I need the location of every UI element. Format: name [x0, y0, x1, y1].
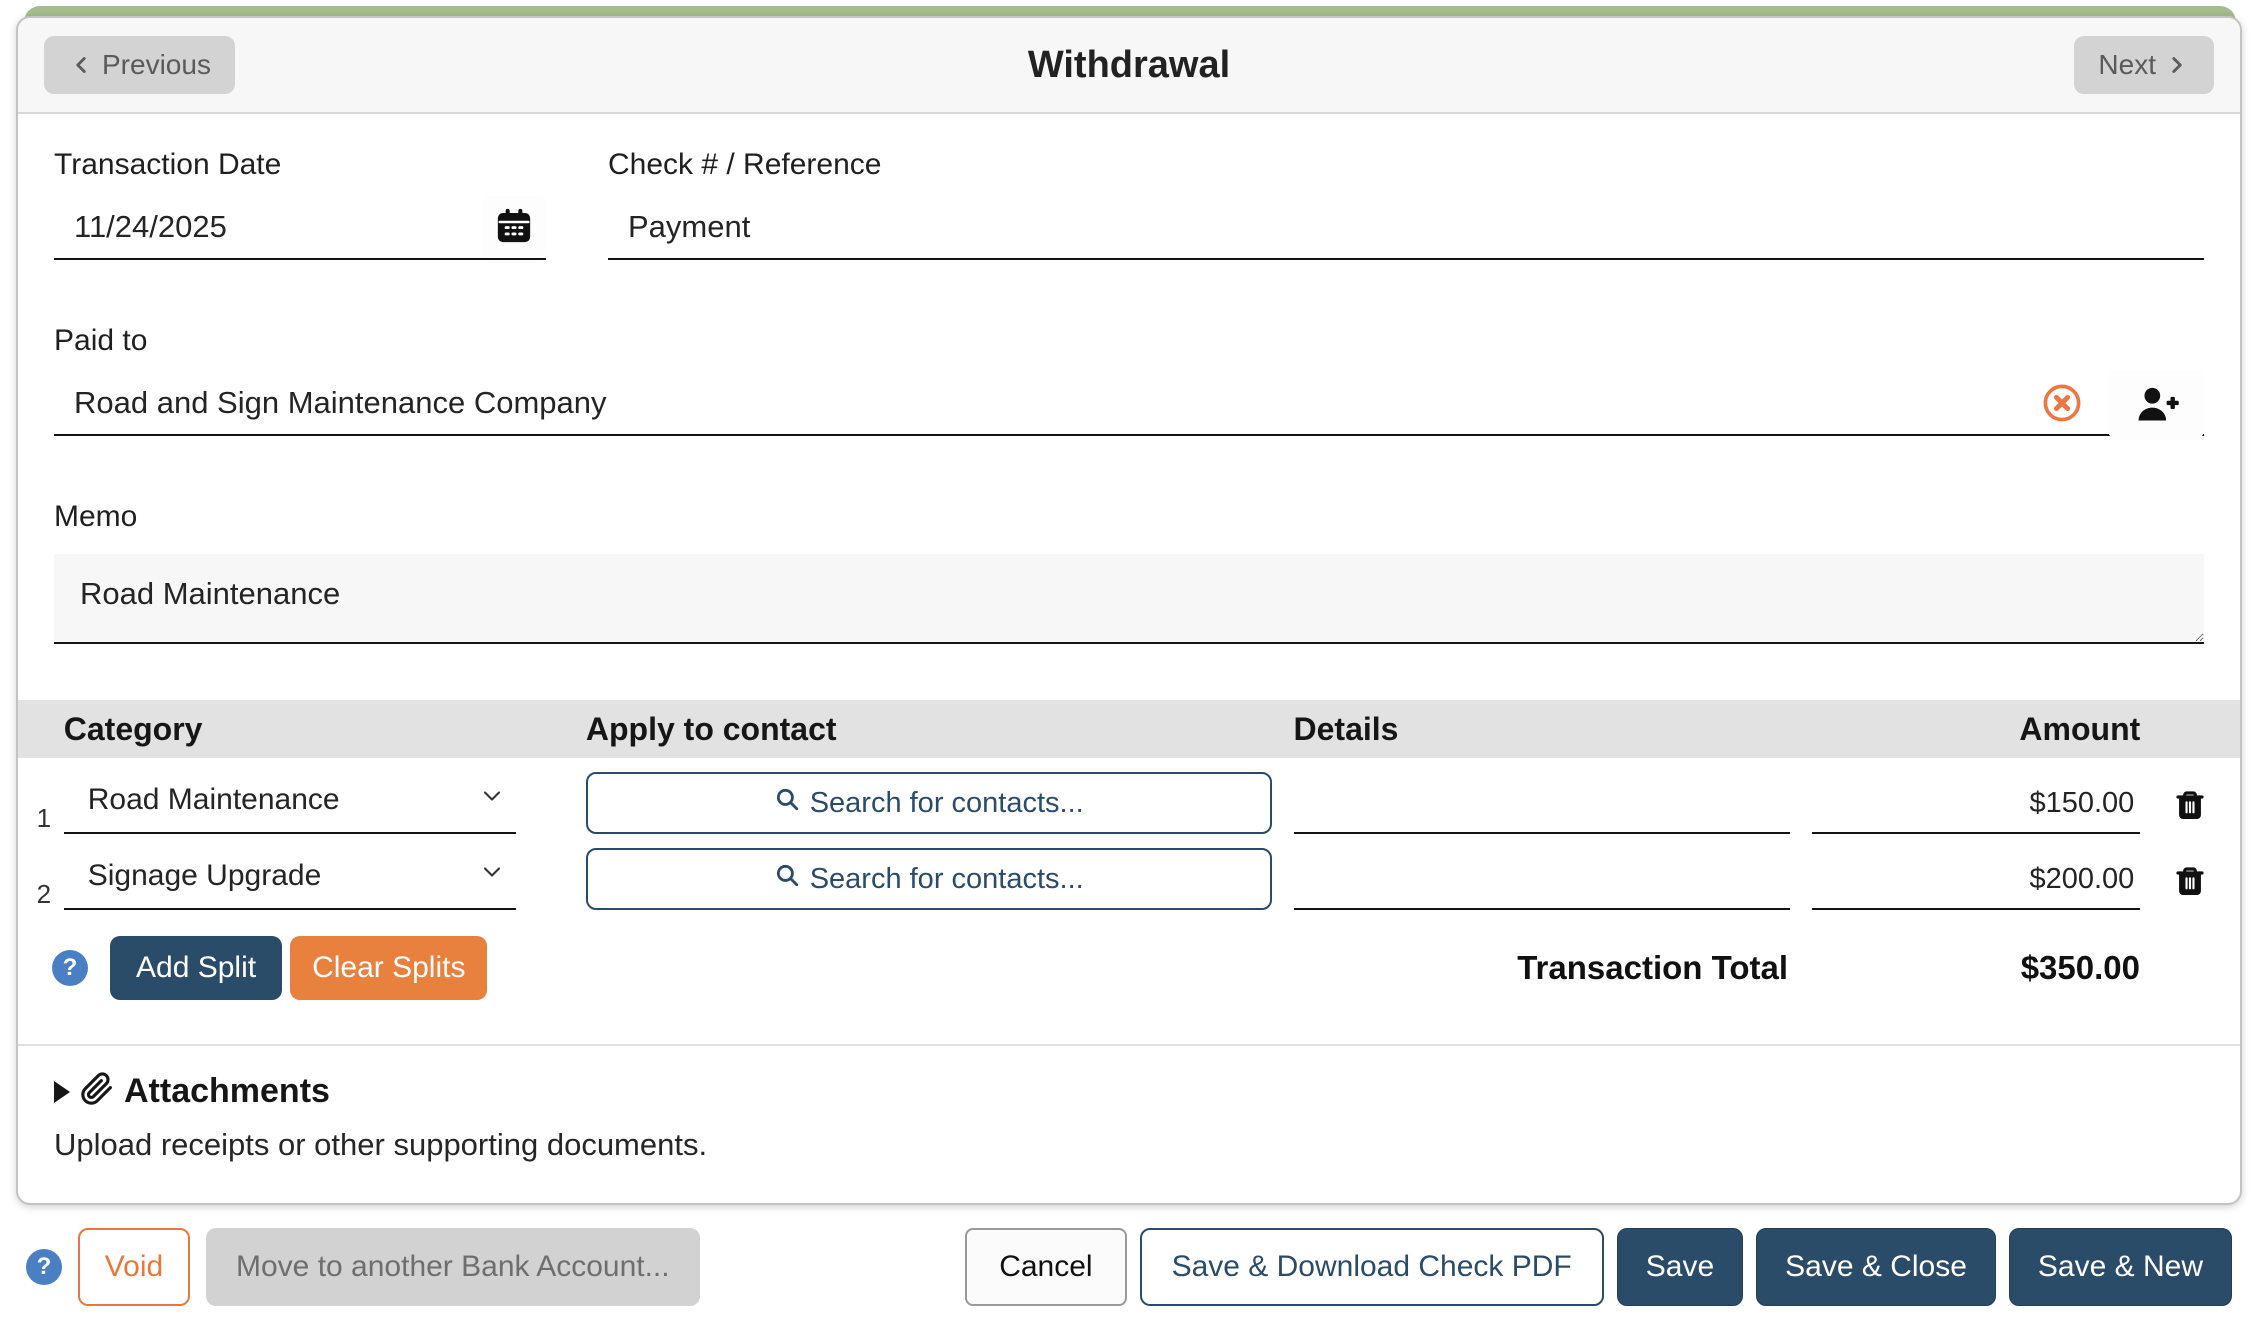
- next-button[interactable]: Next: [2074, 36, 2214, 94]
- contact-search-input[interactable]: Search for contacts...: [585, 848, 1272, 910]
- contact-column-header: Apply to contact: [585, 710, 837, 747]
- transaction-date-label: Transaction Date: [54, 148, 282, 181]
- amount-input[interactable]: [1812, 774, 2141, 834]
- transaction-total-value: $350.00: [2020, 949, 2140, 986]
- chevron-left-icon: [68, 52, 94, 78]
- add-split-button[interactable]: Add Split: [110, 936, 283, 1000]
- page-title: Withdrawal: [1027, 43, 1231, 86]
- disclosure-triangle-icon: [54, 1080, 70, 1103]
- check-reference-label: Check # / Reference: [608, 148, 882, 181]
- delete-row-button[interactable]: [2174, 865, 2206, 910]
- move-bank-account-button[interactable]: Move to another Bank Account...: [206, 1228, 700, 1306]
- category-column-header: Category: [63, 710, 203, 747]
- save-close-button[interactable]: Save & Close: [1756, 1228, 1996, 1306]
- attachments-title: Attachments: [124, 1072, 330, 1110]
- paid-to-input[interactable]: [54, 378, 2204, 436]
- paperclip-icon: [80, 1072, 114, 1111]
- form-body: Transaction Date 11/24/2025 Check # / Re…: [18, 114, 2240, 644]
- contact-search-placeholder: Search for contacts...: [809, 786, 1084, 819]
- void-button[interactable]: Void: [78, 1228, 190, 1306]
- amount-input[interactable]: [1812, 850, 2141, 910]
- splits-table: Category Apply to contact Details Amount…: [18, 700, 2240, 1000]
- row-number: 2: [36, 879, 52, 909]
- trash-icon: [2174, 791, 2206, 824]
- circle-x-icon: [2041, 382, 2083, 427]
- memo-label: Memo: [54, 500, 138, 533]
- splits-help-icon[interactable]: ?: [52, 950, 88, 986]
- category-value: Signage Upgrade: [87, 859, 322, 892]
- details-input[interactable]: [1293, 850, 1791, 910]
- attachments-description: Upload receipts or other supporting docu…: [54, 1127, 708, 1162]
- contact-search-input[interactable]: Search for contacts...: [585, 772, 1272, 834]
- category-select[interactable]: Signage Upgrade: [63, 848, 516, 910]
- calendar-icon: [495, 207, 533, 248]
- category-value: Road Maintenance: [87, 783, 340, 816]
- cancel-button[interactable]: Cancel: [965, 1228, 1127, 1306]
- split-row: 1 Road Maintenance Search for contacts..…: [18, 772, 2240, 834]
- details-input[interactable]: [1293, 774, 1791, 834]
- calendar-button[interactable]: [482, 196, 546, 258]
- clear-splits-button[interactable]: Clear Splits: [290, 936, 488, 1000]
- details-column-header: Details: [1293, 710, 1399, 747]
- modal-header: Previous Withdrawal Next: [18, 18, 2240, 114]
- chevron-down-icon: [478, 858, 506, 894]
- delete-row-button[interactable]: [2174, 789, 2206, 834]
- split-row: 2 Signage Upgrade Search for contacts...…: [18, 848, 2240, 910]
- category-select[interactable]: Road Maintenance: [63, 772, 516, 834]
- save-button[interactable]: Save: [1616, 1228, 1744, 1306]
- save-download-pdf-button[interactable]: Save & Download Check PDF: [1139, 1228, 1604, 1306]
- attachments-toggle[interactable]: Attachments: [54, 1072, 2204, 1111]
- chevron-down-icon: [478, 782, 506, 818]
- transaction-total-label: Transaction Total: [1517, 949, 1788, 986]
- add-contact-button[interactable]: [2108, 370, 2204, 440]
- next-label: Next: [2098, 49, 2156, 80]
- attachments-section: Attachments Upload receipts or other sup…: [18, 1044, 2240, 1203]
- search-icon: [774, 862, 800, 896]
- footer-actions: ? Void Move to another Bank Account... C…: [0, 1226, 2258, 1308]
- paid-to-label: Paid to: [54, 324, 148, 357]
- trash-icon: [2174, 867, 2206, 900]
- amount-column-header: Amount: [2019, 710, 2141, 747]
- clear-contact-button[interactable]: [2038, 380, 2086, 428]
- withdrawal-modal: Previous Withdrawal Next Transaction Dat…: [16, 16, 2242, 1205]
- memo-textarea[interactable]: Road Maintenance: [54, 554, 2204, 644]
- footer-help-icon[interactable]: ?: [26, 1249, 62, 1285]
- chevron-right-icon: [2164, 52, 2190, 78]
- row-number: 1: [36, 803, 52, 833]
- transaction-date-input[interactable]: [54, 202, 546, 260]
- save-new-button[interactable]: Save & New: [2008, 1228, 2232, 1306]
- previous-button[interactable]: Previous: [44, 36, 235, 94]
- check-reference-input[interactable]: [608, 202, 2204, 260]
- person-plus-icon: [2132, 382, 2180, 429]
- contact-search-placeholder: Search for contacts...: [809, 862, 1084, 895]
- splits-actions-row: ? Add Split Clear Splits Transaction Tot…: [18, 936, 2240, 1000]
- search-icon: [774, 786, 800, 820]
- page: Previous Withdrawal Next Transaction Dat…: [0, 0, 2258, 1322]
- splits-header-row: Category Apply to contact Details Amount: [18, 700, 2240, 758]
- previous-label: Previous: [102, 49, 211, 80]
